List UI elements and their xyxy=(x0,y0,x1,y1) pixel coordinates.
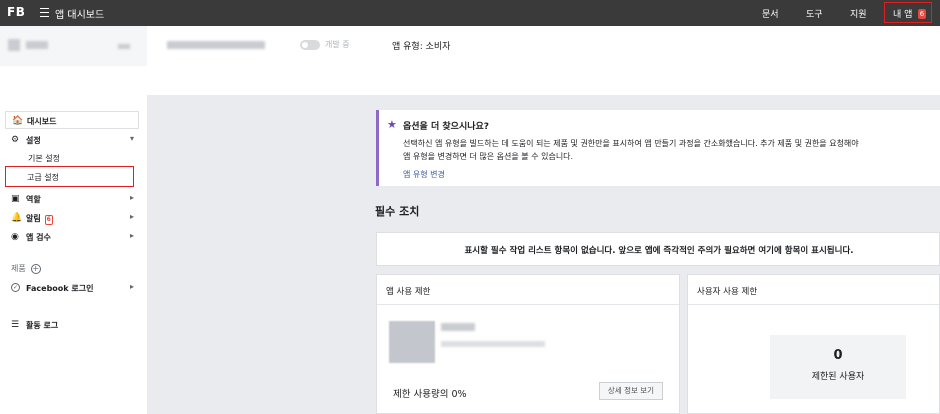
app-selector[interactable] xyxy=(0,26,147,66)
add-product-icon[interactable]: + xyxy=(30,264,41,274)
sidebar-item-activity-log[interactable]: ☰ 활동 로그 xyxy=(0,316,140,333)
dashboard-title[interactable]: 앱 대시보드 xyxy=(55,6,104,21)
sidebar-item-roles[interactable]: ▣ 역할 ▸ xyxy=(0,190,140,207)
alerts-badge: 6 xyxy=(44,215,53,225)
chevron-right-icon: ▸ xyxy=(129,212,134,221)
required-actions-title: 필수 조치 xyxy=(375,205,420,218)
card-title: 사용자 사용 제한 xyxy=(697,287,758,297)
options-tip-card: ★ 옵션을 더 찾으시나요? 선택하신 앱 유형을 빌드하는 데 도움이 되는 … xyxy=(376,110,940,186)
sidebar: 🏠 대시보드 ⚙ 설정 ▾ 기본 설정 고급 설정 ▣ 역할 ▸ 🔔 알림 6 ▸… xyxy=(0,66,147,414)
nav-link-tools[interactable]: 도구 xyxy=(806,7,823,20)
app-selector-blurred xyxy=(118,44,130,49)
app-name-blurred xyxy=(441,323,475,331)
sidebar-item-label: 역할 xyxy=(26,195,41,204)
required-actions-empty-message: 표시할 필수 작업 리스트 항목이 없습니다. 앞으로 앱에 즉각적인 주의가 … xyxy=(464,246,854,256)
dev-mode-label: 개발 중 xyxy=(325,40,350,49)
chevron-right-icon: ▸ xyxy=(129,193,134,202)
products-label: 제품 xyxy=(11,264,26,273)
app-subtitle-blurred xyxy=(441,341,545,347)
limited-users-stat: 0 제한된 사용자 xyxy=(770,335,906,399)
tip-title: 옵션을 더 찾으시나요? xyxy=(403,122,490,132)
sidebar-item-label: 고급 설정 xyxy=(27,173,59,182)
app-type-label: 앱 유형: 소비자 xyxy=(392,42,451,52)
sidebar-item-label: Facebook 로그인 xyxy=(26,284,94,293)
star-icon: ★ xyxy=(387,118,397,131)
chevron-right-icon: ▸ xyxy=(129,231,134,240)
nav-link-support[interactable]: 지원 xyxy=(850,7,867,20)
shield-check-icon: ◉ xyxy=(11,232,19,242)
gear-icon: ⚙ xyxy=(11,135,20,145)
sidebar-item-label: 설정 xyxy=(26,136,41,145)
main-content: ★ 옵션을 더 찾으시나요? 선택하신 앱 유형을 빌드하는 데 도움이 되는 … xyxy=(147,95,940,414)
card-header: 앱 사용 제한 xyxy=(377,275,679,305)
card-header: 사용자 사용 제한 xyxy=(688,275,939,305)
list-icon: ☰ xyxy=(11,320,20,330)
nav-link-docs[interactable]: 문서 xyxy=(762,7,779,20)
sidebar-subitem-advanced-settings[interactable]: 고급 설정 xyxy=(5,166,134,187)
tip-body: 선택하신 앱 유형을 빌드하는 데 도움이 되는 제품 및 권한만을 표시하여 … xyxy=(403,139,859,161)
app-id-blurred xyxy=(167,41,265,49)
chevron-right-icon: ▸ xyxy=(129,282,134,291)
sidebar-item-label: 알림 6 xyxy=(26,214,53,225)
products-header: 제품 + xyxy=(11,263,41,274)
limited-users-count: 0 xyxy=(833,348,843,363)
my-apps-badge: 6 xyxy=(918,9,926,19)
sidebar-item-app-review[interactable]: ◉ 앱 검수 ▸ xyxy=(0,228,140,245)
sidebar-item-alerts[interactable]: 🔔 알림 6 ▸ xyxy=(0,209,140,226)
sidebar-item-dashboard[interactable]: 🏠 대시보드 xyxy=(5,111,139,129)
limited-users-label: 제한된 사용자 xyxy=(811,372,865,382)
sidebar-subitem-basic-settings[interactable]: 기본 설정 xyxy=(28,153,60,164)
view-details-button[interactable]: 상세 정보 보기 xyxy=(599,382,663,400)
app-rate-limit-card: 앱 사용 제한 제한 사용량의 0% 상세 정보 보기 xyxy=(376,274,680,414)
sidebar-item-facebook-login[interactable]: ✓ Facebook 로그인 ▸ xyxy=(0,279,140,296)
sidebar-item-label: 대시보드 xyxy=(27,117,57,126)
brand-logo[interactable]: FB xyxy=(7,5,25,19)
home-icon: 🏠 xyxy=(12,116,24,126)
chevron-down-icon: ▾ xyxy=(129,134,134,143)
roles-icon: ▣ xyxy=(11,194,20,204)
top-nav: FB 앱 대시보드 문서 도구 지원 내 앱 6 xyxy=(0,0,940,26)
sidebar-item-settings[interactable]: ⚙ 설정 ▾ xyxy=(0,131,140,148)
card-title: 앱 사용 제한 xyxy=(386,287,431,297)
bell-icon: 🔔 xyxy=(11,213,23,223)
my-apps-button[interactable]: 내 앱 6 xyxy=(884,2,932,23)
app-thumbnail-blurred xyxy=(389,321,435,363)
app-name-blurred xyxy=(26,41,48,49)
app-info-bar: 개발 중 앱 유형: 소비자 xyxy=(0,26,940,66)
dev-mode-toggle[interactable] xyxy=(300,40,320,50)
usage-percentage: 제한 사용량의 0% xyxy=(393,389,467,400)
change-app-type-link[interactable]: 앱 유형 변경 xyxy=(403,169,445,180)
sidebar-item-label: 활동 로그 xyxy=(26,321,59,330)
check-circle-icon: ✓ xyxy=(11,283,20,292)
hamburger-menu-icon[interactable] xyxy=(40,8,49,17)
sidebar-item-label: 앱 검수 xyxy=(26,233,51,242)
my-apps-label: 내 앱 xyxy=(893,10,913,20)
required-actions-box: 표시할 필수 작업 리스트 항목이 없습니다. 앞으로 앱에 즉각적인 주의가 … xyxy=(376,232,940,266)
app-icon-blurred xyxy=(8,39,20,51)
user-rate-limit-card: 사용자 사용 제한 0 제한된 사용자 xyxy=(687,274,940,414)
